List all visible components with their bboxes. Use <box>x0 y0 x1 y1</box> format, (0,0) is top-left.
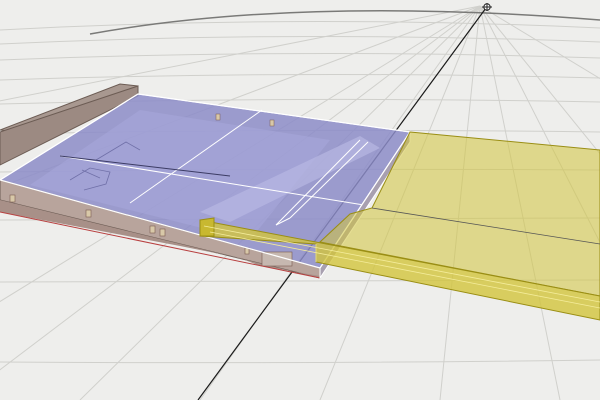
roof-vent <box>215 113 221 121</box>
3d-viewport[interactable] <box>0 0 600 400</box>
selected-volume-end <box>199 217 215 237</box>
scene-canvas[interactable] <box>0 0 600 400</box>
roof-vent-2 <box>269 119 275 127</box>
